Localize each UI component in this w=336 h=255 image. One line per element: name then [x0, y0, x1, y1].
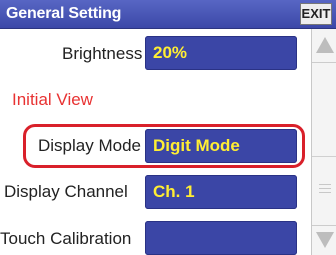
scroll-down-button[interactable] [312, 225, 336, 255]
brightness-value: 20% [153, 43, 188, 62]
brightness-label: Brightness [62, 44, 143, 63]
window-title: General Setting [6, 5, 122, 22]
scroll-up-button[interactable] [312, 29, 336, 63]
display-channel-value-box[interactable]: Ch. 1 [145, 175, 297, 209]
scrollbar[interactable] [311, 29, 336, 255]
display-channel-label: Display Channel [4, 182, 128, 201]
scrollbar-divider [312, 156, 336, 157]
touch-calibration-label: Touch Calibration [0, 229, 132, 248]
triangle-down-icon [316, 232, 334, 248]
display-channel-value: Ch. 1 [153, 182, 195, 201]
general-setting-screen: General Setting EXIT Brightness 20% Init… [0, 0, 336, 255]
triangle-up-icon [316, 37, 334, 53]
title-bar: General Setting EXIT [0, 0, 336, 29]
display-mode-value: Digit Mode [153, 136, 240, 155]
grip-lines-icon [319, 184, 331, 194]
display-mode-value-box[interactable]: Digit Mode [145, 129, 297, 163]
touch-calibration-value-box[interactable] [145, 221, 297, 255]
brightness-value-box[interactable]: 20% [145, 36, 297, 70]
display-mode-label: Display Mode [38, 136, 141, 155]
exit-button[interactable]: EXIT [300, 3, 332, 25]
initial-view-section-title: Initial View [12, 90, 93, 109]
